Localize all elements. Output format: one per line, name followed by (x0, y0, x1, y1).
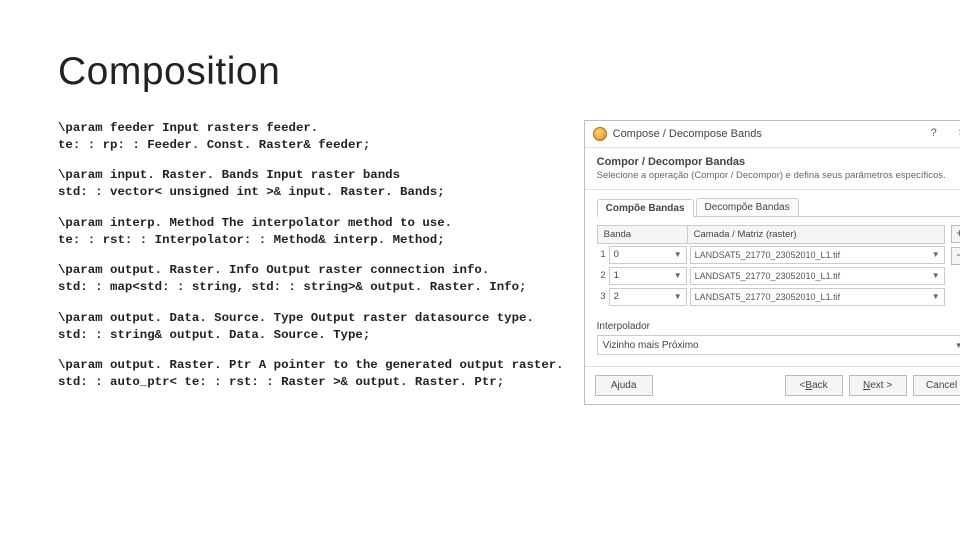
layer-select[interactable]: LANDSAT5_21770_23052010_L1.tif▼ (690, 267, 945, 285)
close-icon[interactable]: × (951, 126, 960, 142)
table-row: 2 1▼ LANDSAT5_21770_23052010_L1.tif▼ (597, 265, 945, 286)
chevron-down-icon: ▼ (932, 250, 940, 259)
tab-decompose[interactable]: Decompõe Bandas (696, 198, 799, 216)
doc-line: std: : string& output. Data. Source. Typ… (58, 328, 370, 342)
doc-line: std: : vector< unsigned int >& input. Ra… (58, 185, 445, 199)
doc-line: \param input. Raster. Bands Input raster… (58, 168, 400, 182)
documentation-block: \param feeder Input rasters feeder. te: … (58, 120, 564, 405)
help-icon[interactable]: ? (923, 126, 945, 142)
cancel-button[interactable]: Cancel (913, 375, 960, 396)
chevron-down-icon: ▼ (674, 250, 682, 259)
remove-row-button[interactable]: − (951, 247, 960, 265)
dialog-header-strip: Compor / Decompor Bandas Selecione a ope… (585, 148, 960, 190)
dialog-footer: Ajuda < Back Next > Cancel (585, 366, 960, 404)
chevron-down-icon: ▼ (932, 271, 940, 280)
next-button[interactable]: Next > (849, 375, 907, 396)
table-row: 3 2▼ LANDSAT5_21770_23052010_L1.tif▼ (597, 286, 945, 307)
strip-subtitle: Selecione a operação (Compor / Decompor)… (597, 170, 960, 181)
compose-dialog: Compose / Decompose Bands ? × Compor / D… (584, 120, 960, 405)
app-icon (593, 127, 607, 141)
layer-select[interactable]: LANDSAT5_21770_23052010_L1.tif▼ (690, 246, 945, 264)
table-row: 1 0▼ LANDSAT5_21770_23052010_L1.tif▼ (597, 244, 945, 265)
row-index: 2 (597, 270, 609, 281)
band-select[interactable]: 0▼ (609, 246, 687, 264)
doc-line: \param output. Raster. Info Output raste… (58, 263, 489, 277)
page-title: Composition (58, 50, 902, 94)
interpolator-label: Interpolador (597, 321, 960, 332)
chevron-down-icon: ▼ (674, 271, 682, 280)
band-select[interactable]: 2▼ (609, 288, 687, 306)
row-index: 1 (597, 249, 609, 260)
doc-line: \param feeder Input rasters feeder. (58, 121, 318, 135)
back-button[interactable]: < Back (785, 375, 843, 396)
chevron-down-icon: ▼ (955, 341, 960, 350)
doc-line: std: : map<std: : string, std: : string>… (58, 280, 526, 294)
layer-select[interactable]: LANDSAT5_21770_23052010_L1.tif▼ (690, 288, 945, 306)
doc-line: te: : rp: : Feeder. Const. Raster& feede… (58, 138, 370, 152)
doc-line: \param output. Raster. Ptr A pointer to … (58, 358, 564, 372)
tab-bar: Compõe Bandas Decompõe Bandas (597, 198, 960, 217)
doc-line: std: : auto_ptr< te: : rst: : Raster >& … (58, 375, 504, 389)
interpolator-select[interactable]: Vizinho mais Próximo ▼ (597, 335, 960, 355)
strip-title: Compor / Decompor Bandas (597, 156, 960, 168)
tab-compose[interactable]: Compõe Bandas (597, 199, 694, 217)
doc-line: \param interp. Method The interpolator m… (58, 216, 452, 230)
row-index: 3 (597, 291, 609, 302)
chevron-down-icon: ▼ (932, 292, 940, 301)
band-select[interactable]: 1▼ (609, 267, 687, 285)
add-row-button[interactable]: + (951, 225, 960, 243)
table-header: Banda Camada / Matriz (raster) (597, 225, 945, 244)
help-button[interactable]: Ajuda (595, 375, 653, 396)
dialog-titlebar: Compose / Decompose Bands ? × (585, 121, 960, 148)
dialog-title: Compose / Decompose Bands (613, 128, 917, 140)
interpolator-group: Interpolador Vizinho mais Próximo ▼ (597, 321, 960, 355)
col-header-band: Banda (597, 225, 687, 244)
chevron-down-icon: ▼ (674, 292, 682, 301)
col-header-layer: Camada / Matriz (raster) (687, 225, 945, 244)
doc-line: te: : rst: : Interpolator: : Method& int… (58, 233, 445, 247)
doc-line: \param output. Data. Source. Type Output… (58, 311, 534, 325)
